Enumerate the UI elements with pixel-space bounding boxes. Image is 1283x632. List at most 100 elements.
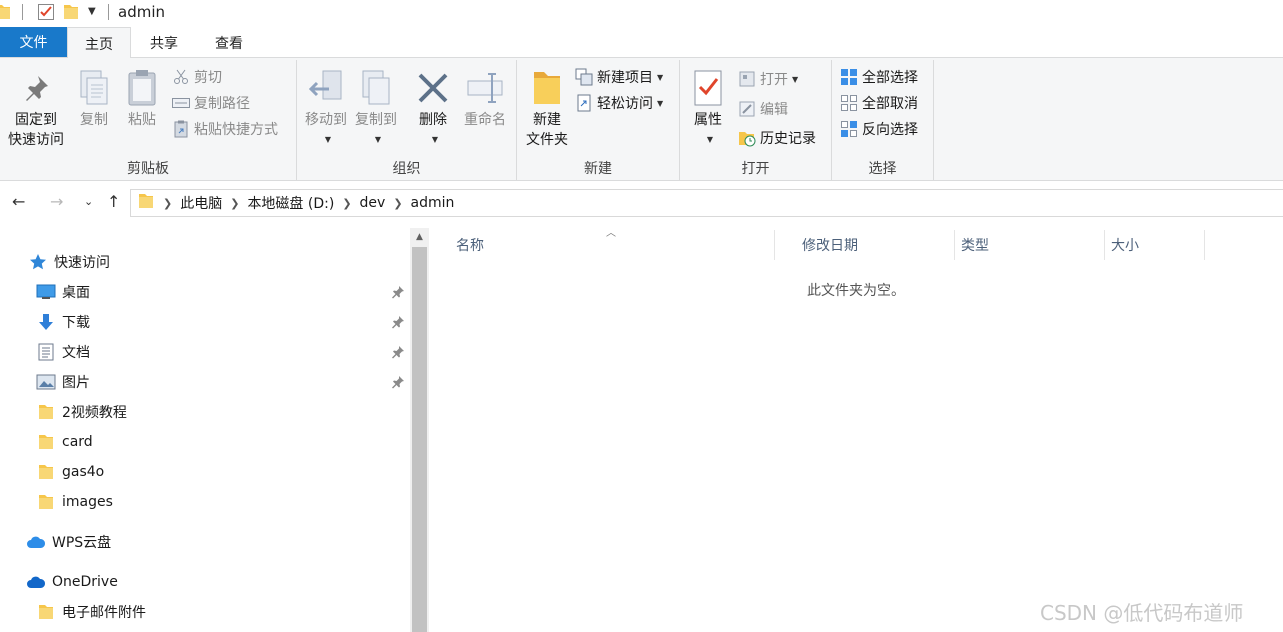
breadcrumb-this-pc[interactable]: 此电脑	[180, 193, 222, 213]
sidebar-item-desktop[interactable]: 桌面	[0, 277, 410, 307]
chevron-right-icon[interactable]: ❯	[342, 197, 351, 210]
sidebar-scrollbar[interactable]: ▲	[410, 228, 429, 632]
folder-icon	[36, 463, 56, 481]
chevron-right-icon[interactable]: ❯	[163, 197, 172, 210]
new-folder-button[interactable]: 新建 文件夹	[519, 66, 575, 150]
pin-icon[interactable]	[391, 285, 405, 303]
organize-group-label: 组织	[392, 161, 421, 177]
back-arrow-icon[interactable]: ←	[12, 192, 25, 211]
copy-icon	[78, 66, 110, 110]
separator	[22, 4, 23, 20]
copy-button[interactable]: 复制	[72, 66, 116, 130]
sidebar-item-images[interactable]: images	[0, 487, 410, 517]
scrollbar-thumb[interactable]	[412, 247, 427, 632]
history-button[interactable]: 历史记录	[738, 127, 816, 149]
navigation-bar: ← → ⌄ ↑ ❯ 此电脑 ❯ 本地磁盘 (D:) ❯ dev ❯ admin	[0, 186, 1283, 220]
new-item-button[interactable]: 新建项目 ▼	[575, 66, 663, 88]
tab-share[interactable]: 共享	[136, 27, 192, 59]
paste-icon	[127, 66, 157, 110]
invert-selection-button[interactable]: 反向选择	[840, 118, 918, 140]
sidebar-item-documents[interactable]: 文档	[0, 337, 410, 367]
select-all-icon	[840, 68, 858, 86]
quick-access-dropdown-icon[interactable]: ▼	[88, 6, 96, 17]
sidebar-item-label: 电子邮件附件	[62, 605, 146, 621]
column-header-date-modified[interactable]: 修改日期	[775, 230, 955, 260]
column-header-size[interactable]: 大小	[1105, 230, 1205, 260]
paste-shortcut-label: 粘贴快捷方式	[194, 122, 278, 138]
column-header-name[interactable]: 名称	[429, 230, 775, 260]
paste-button[interactable]: 粘贴	[120, 66, 164, 130]
move-to-label: 移动到	[305, 112, 347, 128]
organize-group: 移动到 ▼ 复制到 ▼ 删除 ▼ 重命名 组织	[297, 60, 517, 180]
breadcrumb-local-disk[interactable]: 本地磁盘 (D:)	[247, 193, 334, 213]
delete-label: 删除	[419, 112, 447, 128]
select-all-button[interactable]: 全部选择	[840, 66, 918, 88]
paste-shortcut-button[interactable]: 粘贴快捷方式	[172, 118, 278, 140]
pin-to-quick-access-button[interactable]: 固定到 快速访问	[4, 66, 68, 150]
chevron-right-icon[interactable]: ❯	[230, 197, 239, 210]
sidebar-item-label: 下载	[62, 315, 90, 331]
tab-view[interactable]: 查看	[200, 27, 258, 59]
easy-access-button[interactable]: 轻松访问 ▼	[575, 92, 663, 114]
breadcrumb-dev[interactable]: dev	[360, 195, 386, 211]
delete-button[interactable]: 删除 ▼	[409, 66, 457, 150]
sidebar-item-video-tutorials[interactable]: 2视频教程	[0, 397, 410, 427]
chevron-right-icon[interactable]: ❯	[393, 197, 402, 210]
address-bar[interactable]: ❯ 此电脑 ❯ 本地磁盘 (D:) ❯ dev ❯ admin	[130, 189, 1283, 217]
scroll-up-arrow-icon[interactable]: ▲	[410, 228, 429, 246]
select-none-icon	[840, 94, 858, 112]
tab-home[interactable]: 主页	[67, 27, 131, 59]
scissors-icon	[172, 68, 190, 86]
new-folder-icon[interactable]	[64, 4, 78, 24]
select-all-label: 全部选择	[862, 70, 918, 86]
move-to-button[interactable]: 移动到 ▼	[301, 66, 351, 150]
open-label: 打开	[760, 72, 788, 88]
copy-to-icon	[360, 66, 392, 110]
separator	[108, 4, 109, 20]
sidebar-item-label: images	[62, 494, 113, 510]
breadcrumb-admin[interactable]: admin	[411, 195, 455, 211]
sidebar-item-card[interactable]: card	[0, 427, 410, 457]
copy-to-label: 复制到	[355, 112, 397, 128]
new-item-label: 新建项目	[597, 70, 653, 86]
chevron-down-icon: ▼	[324, 135, 332, 144]
column-header-type[interactable]: 类型	[955, 230, 1105, 260]
sidebar-item-onedrive[interactable]: OneDrive	[0, 567, 410, 597]
select-none-label: 全部取消	[862, 96, 918, 112]
sidebar-item-email-attachments[interactable]: 电子邮件附件	[0, 597, 410, 627]
history-label: 历史记录	[760, 131, 816, 147]
copy-to-button[interactable]: 复制到 ▼	[351, 66, 401, 150]
sidebar-item-gas4o[interactable]: gas4o	[0, 457, 410, 487]
watermark: CSDN @低代码布道师	[1040, 601, 1244, 625]
sidebar-item-label: WPS云盘	[52, 535, 112, 551]
sidebar-item-pictures[interactable]: 图片	[0, 367, 410, 397]
edit-button[interactable]: 编辑	[738, 98, 788, 120]
rename-button[interactable]: 重命名	[457, 66, 513, 130]
pin-icon[interactable]	[391, 375, 405, 393]
open-button[interactable]: 打开 ▼	[738, 68, 798, 90]
paste-shortcut-icon	[172, 120, 190, 138]
folder-icon[interactable]	[0, 4, 10, 24]
recent-locations-chevron-icon[interactable]: ⌄	[84, 195, 93, 208]
select-none-button[interactable]: 全部取消	[840, 92, 918, 114]
sidebar-item-quick-access[interactable]: 快速访问	[0, 247, 410, 277]
copy-path-label: 复制路径	[194, 96, 250, 112]
copy-path-button[interactable]: 复制路径	[172, 92, 250, 114]
cut-button[interactable]: 剪切	[172, 66, 222, 88]
pin-icon[interactable]	[391, 315, 405, 333]
invert-selection-icon	[840, 120, 858, 138]
properties-button[interactable]: 属性 ▼	[686, 66, 730, 150]
sidebar-item-wps-cloud[interactable]: WPS云盘	[0, 527, 410, 557]
clipboard-group-label: 剪贴板	[127, 161, 169, 177]
forward-arrow-icon[interactable]: →	[50, 192, 63, 211]
easy-access-icon	[575, 94, 593, 112]
pin-icon[interactable]	[391, 345, 405, 363]
sidebar-item-downloads[interactable]: 下载	[0, 307, 410, 337]
tab-file[interactable]: 文件	[0, 27, 67, 57]
title-bar: ▼ admin	[0, 0, 1283, 26]
sidebar-item-label: 文档	[62, 345, 90, 361]
up-arrow-icon[interactable]: ↑	[107, 192, 120, 211]
onedrive-cloud-icon	[26, 573, 46, 591]
properties-icon[interactable]	[37, 3, 55, 25]
invert-selection-label: 反向选择	[862, 122, 918, 138]
